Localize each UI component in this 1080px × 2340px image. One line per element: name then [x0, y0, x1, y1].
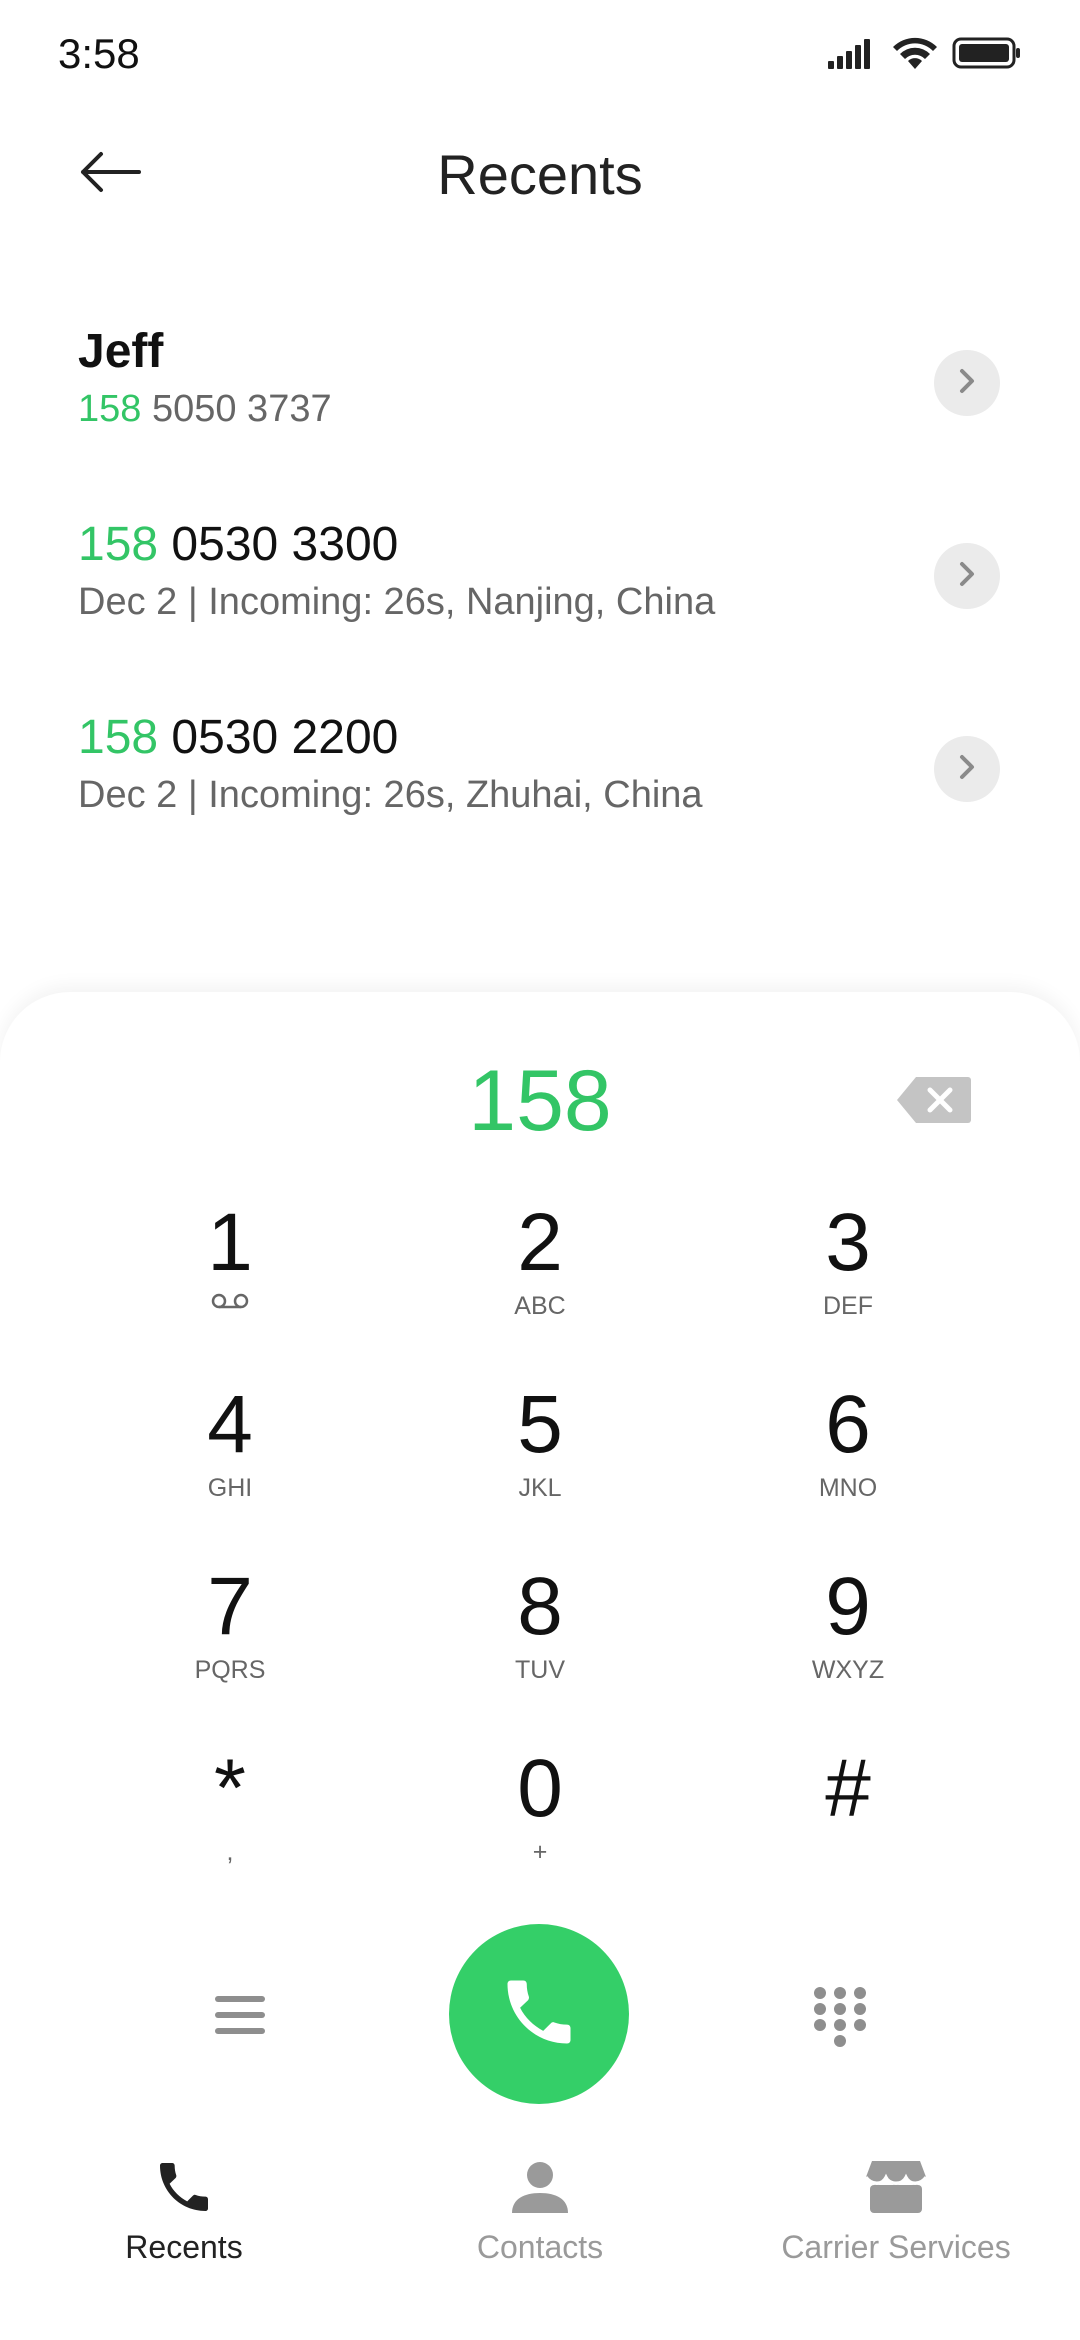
key-8[interactable]: 8 TUV [430, 1561, 650, 1721]
key-7[interactable]: 7 PQRS [120, 1561, 340, 1721]
dialer-panel: 158 1 2 ABC 3 DEF 4 GHI 5 JKL 6 MNO 7 PQ… [0, 992, 1080, 2340]
key-letters: TUV [515, 1656, 565, 1684]
nav-label: Contacts [476, 2229, 604, 2265]
status-icons [828, 36, 1022, 75]
recents-list: Jeff 158 5050 3737 158 0530 3300 Dec 2 |… [0, 300, 1080, 879]
battery-icon [952, 36, 1022, 75]
backspace-icon [896, 1075, 972, 1130]
key-2[interactable]: 2 ABC [430, 1197, 650, 1357]
chevron-right-icon [956, 753, 978, 786]
page-title: Recents [437, 143, 643, 206]
key-digit: 3 [825, 1197, 871, 1288]
key-digit: 5 [517, 1379, 563, 1470]
call-details-button[interactable] [934, 736, 1000, 802]
bottom-navigation: Recents Contacts Carrier Services [0, 2140, 1080, 2280]
recent-call-item[interactable]: 158 0530 2200 Dec 2 | Incoming: 26s, Zhu… [0, 686, 1080, 879]
hamburger-menu-icon [213, 1992, 267, 2043]
number-match-highlight: 158 [78, 388, 142, 430]
key-0[interactable]: 0 + [430, 1743, 650, 1903]
phone-number-rest: 5050 3737 [141, 388, 332, 430]
status-bar: 3:58 [0, 0, 1080, 110]
key-letters: WXYZ [811, 1656, 885, 1684]
nav-tab-carrier-services[interactable]: Carrier Services [746, 2155, 1046, 2266]
phone-number: 158 5050 3737 [78, 388, 332, 431]
status-time: 3:58 [58, 30, 140, 77]
backspace-button[interactable] [892, 1074, 976, 1130]
key-5[interactable]: 5 JKL [430, 1379, 650, 1539]
nav-tab-contacts[interactable]: Contacts [390, 2155, 690, 2266]
key-letters: , [226, 1838, 234, 1866]
key-hash[interactable]: # [738, 1743, 958, 1903]
key-digit: 4 [207, 1379, 253, 1470]
number-match-highlight: 158 [78, 711, 159, 764]
voicemail-icon [120, 1291, 340, 1316]
key-9[interactable]: 9 WXYZ [738, 1561, 958, 1721]
key-letters: DEF [823, 1292, 873, 1320]
phone-number: 158 0530 3300 [78, 517, 398, 572]
call-details-button[interactable] [934, 350, 1000, 416]
chevron-right-icon [956, 367, 978, 400]
key-letters: MNO [818, 1474, 878, 1502]
call-button[interactable] [449, 1924, 629, 2104]
key-digit: 7 [207, 1561, 253, 1652]
contact-name: Jeff [78, 324, 163, 379]
key-letters: PQRS [194, 1656, 266, 1684]
key-3[interactable]: 3 DEF [738, 1197, 958, 1357]
dialpad-toggle-button[interactable] [800, 1979, 880, 2059]
phone-number: 158 0530 2200 [78, 710, 398, 765]
key-star[interactable]: * , [120, 1743, 340, 1903]
number-match-highlight: 158 [78, 518, 159, 571]
key-digit: 0 [517, 1743, 563, 1834]
recent-call-item[interactable]: 158 0530 3300 Dec 2 | Incoming: 26s, Nan… [0, 493, 1080, 686]
key-digit: 6 [825, 1379, 871, 1470]
key-1[interactable]: 1 [120, 1197, 340, 1357]
header: Recents [0, 120, 1080, 230]
recent-call-item[interactable]: Jeff 158 5050 3737 [0, 300, 1080, 493]
key-letters: GHI [207, 1474, 253, 1502]
key-digit: # [825, 1743, 871, 1834]
contact-name-text: Jeff [78, 325, 164, 378]
dialpad-icon [812, 1985, 868, 2054]
key-letters: JKL [518, 1474, 562, 1502]
call-info-text: Dec 2 | Incoming: 26s, Zhuhai, China [78, 774, 703, 816]
call-details-button[interactable] [934, 543, 1000, 609]
key-digit: * [214, 1743, 246, 1834]
nav-label: Recents [125, 2229, 243, 2265]
key-letters: + [532, 1838, 548, 1866]
phone-number-rest: 0530 2200 [158, 711, 399, 764]
menu-button[interactable] [200, 1989, 280, 2045]
wifi-icon [892, 36, 938, 75]
signal-icon [828, 37, 878, 74]
phone-number-rest: 0530 3300 [158, 518, 399, 571]
key-digit: 1 [207, 1197, 253, 1288]
key-digit: 8 [517, 1561, 563, 1652]
key-digit: 9 [825, 1561, 871, 1652]
person-icon [390, 2155, 690, 2219]
nav-label: Carrier Services [781, 2229, 1011, 2265]
phone-icon [34, 2155, 334, 2219]
call-info: Dec 2 | Incoming: 26s, Nanjing, China [78, 581, 715, 624]
key-6[interactable]: 6 MNO [738, 1379, 958, 1539]
call-info: Dec 2 | Incoming: 26s, Zhuhai, China [78, 774, 703, 817]
call-info-text: Dec 2 | Incoming: 26s, Nanjing, China [78, 581, 716, 623]
store-icon [746, 2155, 1046, 2219]
key-digit: 2 [517, 1197, 563, 1288]
key-4[interactable]: 4 GHI [120, 1379, 340, 1539]
key-letters: ABC [514, 1292, 566, 1320]
phone-icon [497, 1970, 581, 2059]
chevron-right-icon [956, 560, 978, 593]
dialer-actions [0, 1924, 1080, 2104]
nav-tab-recents[interactable]: Recents [34, 2155, 334, 2266]
